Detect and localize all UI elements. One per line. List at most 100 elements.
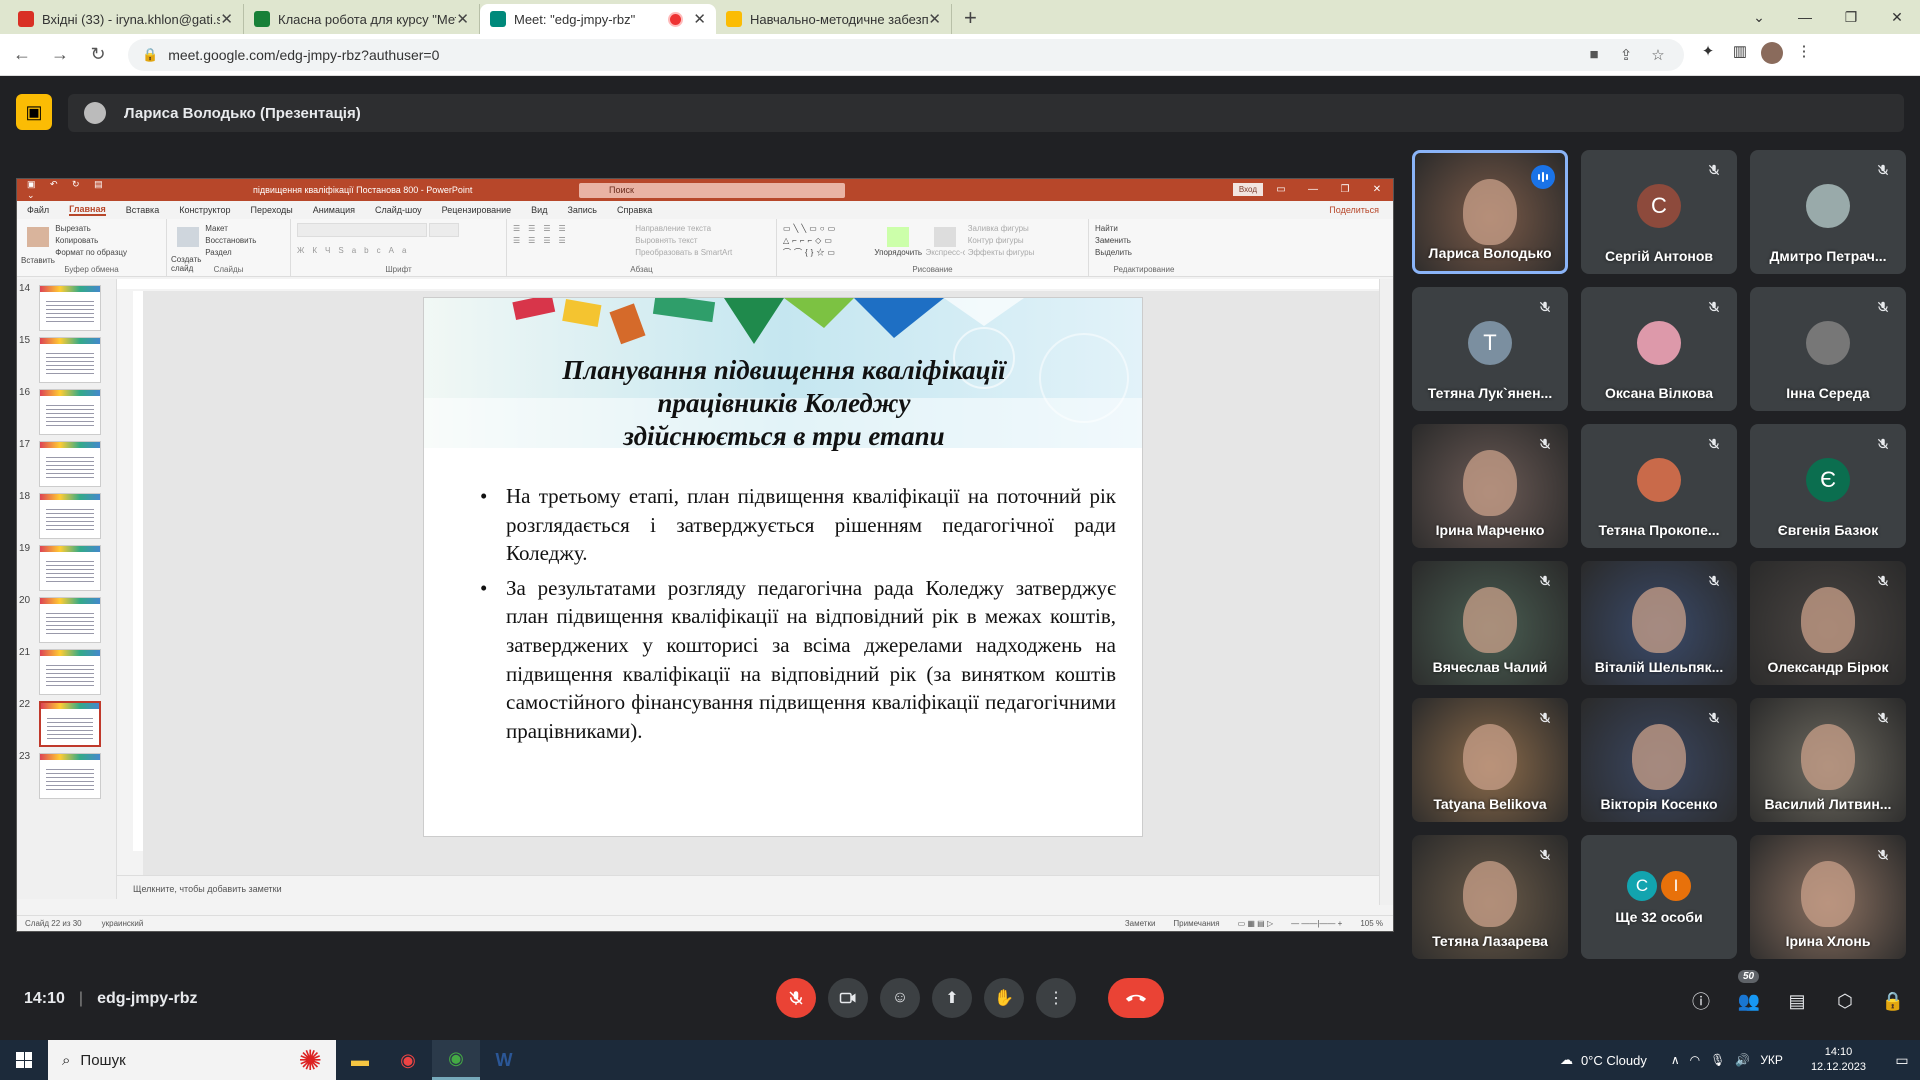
close-tab-icon[interactable]: ✕ [693, 10, 706, 28]
close-window-button[interactable]: ✕ [1874, 9, 1920, 26]
kebab-icon: ⋮ [1048, 990, 1064, 1007]
participant-name: Вячеслав Чалий [1432, 659, 1548, 675]
participant-name: Ірина Марченко [1435, 522, 1545, 538]
slide-thumbnail-image [39, 597, 101, 643]
tray-chevron-icon[interactable]: ∧ [1671, 1053, 1680, 1067]
font-group-label: Шрифт [385, 265, 412, 274]
slide-number: 18 [19, 491, 31, 502]
participant-name: Віталій Шельпяк... [1594, 659, 1724, 675]
wifi-icon[interactable]: ◠ [1690, 1053, 1700, 1067]
notifications-icon[interactable]: ▭ [1884, 1052, 1920, 1069]
close-tab-icon[interactable]: ✕ [928, 10, 941, 28]
participant-tile[interactable]: Оксана Вілкова [1581, 287, 1737, 411]
layout-label: Макет [205, 224, 228, 233]
host-controls-icon[interactable]: 🔒 [1880, 988, 1906, 1014]
raise-hand-button[interactable]: ✋ [984, 978, 1024, 1018]
side-panel-icon[interactable]: ▥ [1724, 42, 1756, 68]
participant-tile[interactable]: Є Євгенія Базюк [1750, 424, 1906, 548]
shared-screen-powerpoint: ▣ ↶ ↻ ▤ ⌄ підвищення кваліфікації Постан… [16, 178, 1394, 932]
tab-search-icon[interactable]: ⌄ [1736, 9, 1782, 26]
word-icon[interactable]: W [480, 1040, 528, 1080]
browser-tab[interactable]: Класна робота для курсу "Мето ✕ [244, 4, 480, 34]
language-indicator[interactable]: УКР [1760, 1053, 1783, 1067]
ribbon-group-paragraph: ☰☰☰☰ ☰☰☰☰ Направление текста Выровнять те… [507, 219, 777, 276]
file-explorer-icon[interactable]: ▬ [336, 1040, 384, 1080]
mic-muted-icon [1703, 162, 1725, 184]
slide-thumbnail-image [39, 441, 101, 487]
reload-button[interactable]: ↻ [82, 44, 114, 65]
quick-styles-icon [934, 227, 957, 247]
participant-tile[interactable]: Ірина Хлонь [1750, 835, 1906, 959]
taskbar-search[interactable]: ⌕ Пошук ✺ [48, 1040, 336, 1080]
ppt-window-controls: ▭ — ❐ ✕ [1276, 184, 1382, 195]
slide-number: 14 [19, 283, 31, 294]
bookmark-star-icon[interactable]: ☆ [1642, 46, 1674, 64]
menu-kebab-icon[interactable]: ⋮ [1788, 42, 1820, 68]
arrange-icon [887, 227, 910, 247]
chrome-active-icon[interactable]: ◉ [432, 1040, 480, 1080]
speaker-icon[interactable]: 🔊 [1735, 1053, 1750, 1067]
forward-button[interactable]: → [44, 44, 76, 65]
participant-tile[interactable]: Вячеслав Чалий [1412, 561, 1568, 685]
browser-tab[interactable]: Навчально-методичне забезпе ✕ [716, 4, 952, 34]
ppt-tab: Слайд-шоу [375, 205, 422, 215]
chat-icon[interactable]: ▤ [1784, 988, 1810, 1014]
participant-tile[interactable]: Tatyana Belikova [1412, 698, 1568, 822]
microphone-icon[interactable]: 🎙 [1710, 1053, 1725, 1067]
restore-button[interactable]: ❐ [1828, 9, 1874, 26]
participant-tile[interactable]: Лариса Володько [1412, 150, 1568, 274]
slide-number: 21 [19, 647, 31, 658]
people-icon[interactable]: 👥 50 [1736, 970, 1762, 1014]
camera-button[interactable] [828, 978, 868, 1018]
participant-tile[interactable]: Віталій Шельпяк... [1581, 561, 1737, 685]
participant-tile[interactable]: Ірина Марченко [1412, 424, 1568, 548]
meeting-info-icon[interactable]: ⓘ [1688, 988, 1714, 1014]
participant-tile[interactable]: Вікторія Косенко [1581, 698, 1737, 822]
participant-tile[interactable]: Василий Литвин... [1750, 698, 1906, 822]
ppt-tab: Переходы [250, 205, 293, 215]
present-button[interactable]: ⬆ [932, 978, 972, 1018]
vertical-ruler [133, 291, 143, 851]
view-buttons: ▭ ▦ ▤ ▷ [1237, 919, 1274, 928]
participant-tile[interactable]: Т Тетяна Лук`янен... [1412, 287, 1568, 411]
close-tab-icon[interactable]: ✕ [456, 10, 469, 28]
more-participants-tile[interactable]: С І Ще 32 особи [1581, 835, 1737, 959]
leave-call-button[interactable] [1108, 978, 1164, 1018]
side-controls: ⓘ 👥 50 ▤ ⬡ 🔒 [1688, 970, 1906, 1014]
extensions-icon[interactable]: ✦ [1692, 42, 1724, 68]
more-options-button[interactable]: ⋮ [1036, 978, 1076, 1018]
slide-title-line: здійснюється в три етапи [623, 421, 945, 451]
participant-tile[interactable]: Тетяна Лазарева [1412, 835, 1568, 959]
participant-tile[interactable]: Олександр Бірюк [1750, 561, 1906, 685]
browser-tab[interactable]: Meet: "edg-jmpy-rbz" ✕ [480, 4, 716, 34]
reactions-button[interactable]: ☺ [880, 978, 920, 1018]
participant-tile[interactable]: Тетяна Прокопе... [1581, 424, 1737, 548]
url-field[interactable]: 🔒 meet.google.com/edg-jmpy-rbz?authuser=… [128, 38, 1684, 71]
camera-in-use-icon[interactable]: ■ [1578, 46, 1610, 64]
font-size-box [429, 223, 460, 237]
minimize-button[interactable]: — [1782, 9, 1828, 25]
more-participants-avatars: СІ [1625, 869, 1693, 903]
new-tab-button[interactable]: + [964, 4, 977, 34]
participant-tile[interactable]: С Сергій Антонов [1581, 150, 1737, 274]
avatar [1637, 321, 1681, 365]
profile-avatar[interactable] [1756, 41, 1788, 68]
mic-off-button[interactable] [776, 978, 816, 1018]
start-button[interactable] [0, 1040, 48, 1080]
participant-video [1801, 861, 1855, 927]
weather-widget[interactable]: ☁ 0°C Cloudy [1560, 1052, 1647, 1068]
presentation-icon[interactable]: ▣ [16, 94, 52, 130]
participant-tile[interactable]: Інна Середа [1750, 287, 1906, 411]
activities-icon[interactable]: ⬡ [1832, 988, 1858, 1014]
participant-tile[interactable]: Дмитро Петрач... [1750, 150, 1906, 274]
url-text: meet.google.com/edg-jmpy-rbz?authuser=0 [168, 46, 440, 63]
present-screen-icon: ⬆ [945, 990, 959, 1007]
chrome-icon[interactable]: ◉ [384, 1040, 432, 1080]
close-tab-icon[interactable]: ✕ [220, 10, 233, 28]
browser-tab[interactable]: Вхідні (33) - iryna.khlon@gati.sr ✕ [8, 4, 244, 34]
copy-label: Копировать [55, 236, 99, 245]
share-icon[interactable]: ⇪ [1610, 46, 1642, 64]
back-button[interactable]: ← [6, 44, 38, 65]
taskbar-clock[interactable]: 14:10 12.12.2023 [1811, 1045, 1866, 1075]
lock-icon[interactable]: 🔒 [142, 47, 158, 63]
